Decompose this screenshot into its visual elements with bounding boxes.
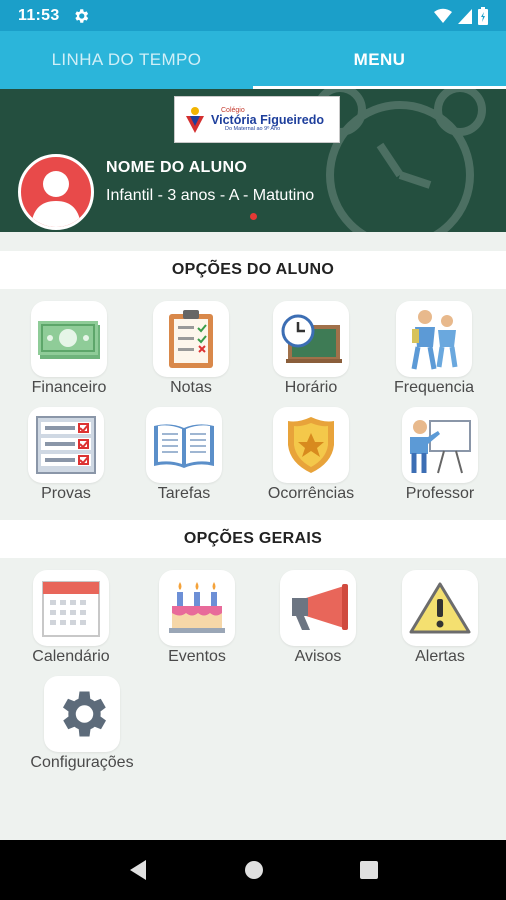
home-icon[interactable]	[244, 860, 264, 880]
status-time: 11:53	[18, 6, 60, 24]
tab-label: LINHA DO TEMPO	[51, 50, 202, 69]
battery-icon	[478, 6, 488, 25]
clipboard-icon	[169, 310, 213, 368]
students-icon	[411, 310, 458, 370]
tab-linha-do-tempo[interactable]: LINHA DO TEMPO	[0, 31, 253, 89]
book-icon	[154, 424, 214, 468]
option-tarefas[interactable]: Tarefas	[124, 407, 244, 517]
option-frequencia[interactable]: Frequencia	[374, 301, 494, 411]
section-title-general-options: OPÇÕES GERAIS	[0, 520, 506, 558]
gear-icon	[63, 691, 107, 737]
option-label: Configurações	[30, 754, 134, 771]
section-title-student-options: OPÇÕES DO ALUNO	[0, 251, 506, 289]
pager-indicator	[250, 213, 257, 220]
recents-icon[interactable]	[360, 861, 378, 879]
status-bar: 11:53	[0, 0, 506, 31]
exam-icon	[36, 416, 96, 474]
settings-status-icon	[74, 8, 88, 23]
logo-mark-icon	[186, 106, 204, 133]
cake-icon	[169, 582, 225, 633]
student-class: Infantil - 3 anos - A - Matutino	[106, 187, 315, 204]
tab-label: MENU	[353, 50, 406, 69]
teacher-icon	[410, 420, 471, 474]
option-configuracoes[interactable]: Configurações	[22, 676, 142, 786]
clock-board-icon	[281, 314, 342, 363]
calendar-icon	[42, 581, 100, 637]
option-alertas[interactable]: Alertas	[380, 570, 500, 680]
logo-name: Victória Figueiredo	[211, 112, 324, 127]
money-icon	[38, 321, 100, 359]
option-label: Frequencia	[393, 379, 475, 396]
signal-icon	[458, 8, 472, 24]
student-name: NOME DO ALUNO	[106, 159, 248, 176]
tab-menu[interactable]: MENU	[253, 31, 506, 89]
back-icon[interactable]	[128, 859, 148, 881]
warning-icon	[409, 582, 471, 634]
user-icon	[31, 171, 81, 227]
system-nav-bar	[0, 840, 506, 900]
option-horario[interactable]: Horário	[251, 301, 371, 411]
option-professor[interactable]: Professor	[380, 407, 500, 517]
avatar[interactable]	[18, 154, 94, 230]
student-header: Colégio Victória Figueiredo Do Maternal …	[0, 89, 506, 232]
megaphone-icon	[292, 584, 348, 630]
option-calendario[interactable]: Calendário	[11, 570, 131, 680]
option-label: Professor	[405, 485, 475, 502]
wifi-icon	[434, 8, 452, 23]
option-label: Alertas	[415, 648, 465, 665]
school-logo: Colégio Victória Figueiredo Do Maternal …	[174, 96, 340, 143]
option-ocorrencias[interactable]: Ocorrências	[251, 407, 371, 517]
tab-bar: LINHA DO TEMPO MENU	[0, 31, 506, 89]
logo-tagline: Do Maternal ao 9º Ano	[225, 126, 281, 132]
badge-icon	[288, 417, 334, 473]
